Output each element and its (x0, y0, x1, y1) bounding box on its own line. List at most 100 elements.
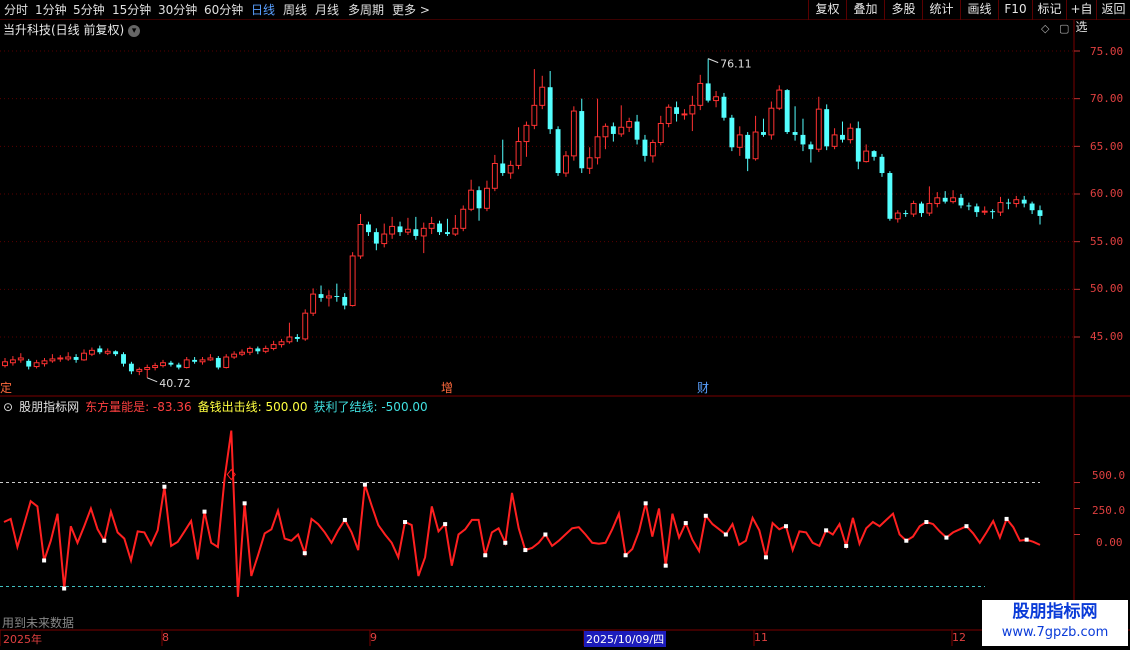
candle-body (1005, 202, 1011, 204)
square-icon[interactable]: ▢ (1059, 22, 1069, 35)
candle-body (926, 203, 933, 214)
future-data-note: 用到未来数据 (2, 616, 75, 630)
candle-body (41, 360, 48, 365)
tab-fenshi[interactable]: 分时 (4, 2, 28, 18)
stock-title-text: 当升科技(日线 前复权) (3, 23, 125, 37)
indicator-point-marker (483, 553, 488, 558)
tab-daily[interactable]: 日线 (251, 2, 275, 18)
candle-body (97, 348, 103, 353)
candle-body (974, 206, 980, 213)
y-tick-label: 75.00 (1090, 45, 1124, 58)
candle-body (239, 351, 245, 355)
candle-body (246, 347, 253, 353)
overlay-button[interactable]: 叠加 (846, 0, 884, 20)
indicator-point-marker (824, 528, 829, 533)
candle-body (942, 197, 948, 202)
candle-body (342, 296, 348, 306)
tab-multi-period[interactable]: 多周期 (348, 2, 384, 18)
candle-body (618, 126, 625, 135)
candle-body (887, 173, 893, 219)
indicator-point-marker (1024, 537, 1029, 542)
candle-body (334, 296, 340, 298)
selected-date-label[interactable]: 2025/10/09/四 (584, 631, 667, 647)
candle-body (65, 356, 72, 360)
indicator-y-tick: 250.0 (1092, 504, 1126, 517)
diamond-icon[interactable]: ◇ (1041, 22, 1049, 35)
candle-body (349, 255, 356, 307)
candle-body (840, 134, 845, 140)
candle-body (824, 109, 830, 147)
candle-body (910, 203, 917, 215)
candle-body (626, 121, 633, 128)
draw-line-button[interactable]: 画线 (960, 0, 998, 20)
candle-body (57, 357, 64, 360)
y-tick-label: 70.00 (1090, 92, 1124, 105)
candle-body (397, 226, 403, 233)
add-watchlist-button[interactable]: +自选 (1066, 0, 1096, 34)
candle-body (73, 357, 79, 360)
mark-button[interactable]: 标记 (1032, 0, 1066, 20)
candle-body (586, 157, 593, 169)
candle-body (452, 227, 459, 235)
candle-body (437, 223, 442, 233)
candle-body (1021, 199, 1027, 204)
tab-15min[interactable]: 15分钟 (112, 2, 151, 18)
tab-1min[interactable]: 1分钟 (35, 2, 67, 18)
indicator-y-tick: 0.00 (1096, 536, 1123, 549)
more-menu-button[interactable]: 更多 > (392, 2, 430, 18)
chevron-down-icon[interactable]: ▾ (128, 24, 141, 37)
candle-body (404, 228, 411, 233)
stock-title[interactable]: 当升科技(日线 前复权) ▾ (3, 21, 141, 38)
indicator-point-marker (302, 551, 307, 556)
multi-stock-button[interactable]: 多股 (884, 0, 922, 20)
candle-body (420, 227, 427, 237)
date-axis-label: 11 (754, 631, 768, 644)
tab-60min[interactable]: 60分钟 (204, 2, 243, 18)
tab-5min[interactable]: 5分钟 (73, 2, 105, 18)
tab-weekly[interactable]: 周线 (283, 2, 307, 18)
candle-body (192, 359, 198, 362)
event-marker: 增 (441, 381, 453, 395)
candle-body (262, 347, 269, 352)
candle-body (373, 232, 379, 244)
chevron-down-icon[interactable]: ⊙ (3, 400, 13, 414)
statistics-button[interactable]: 统计 (922, 0, 960, 20)
indicator-point-marker (362, 482, 367, 487)
candle-body (958, 197, 964, 206)
candle-body (104, 350, 111, 354)
indicator-name[interactable]: 股朋指标网 (19, 400, 79, 414)
indicator-line2-label: 备钱出击线: 500.00 (197, 400, 308, 414)
candle-body (713, 96, 720, 102)
period-toolbar: 分时 1分钟 5分钟 15分钟 30分钟 60分钟 日线 周线 月线 多周期 更… (0, 0, 1130, 34)
indicator-point-marker (1004, 516, 1009, 521)
high-price-label: 76.11 (720, 58, 752, 71)
candle-body (563, 155, 569, 174)
candle-body (128, 363, 134, 372)
f10-button[interactable]: F10 (998, 0, 1032, 20)
indicator-point-marker (904, 538, 909, 543)
high-pointer (707, 58, 719, 64)
candle-body (507, 164, 514, 174)
candle-body (539, 86, 546, 106)
indicator-point-marker (663, 563, 668, 568)
candle-body (357, 224, 364, 257)
back-button[interactable]: 返回 (1096, 0, 1130, 20)
candle-body (325, 295, 332, 299)
candle-body (460, 208, 467, 229)
y-tick-label: 60.00 (1090, 187, 1124, 200)
candle-body (515, 141, 522, 166)
tab-30min[interactable]: 30分钟 (158, 2, 197, 18)
event-marker: 财 (697, 381, 709, 395)
indicator-point-marker (102, 538, 107, 543)
chart-canvas: 76.11 40.72 定 增 财 (0, 20, 1130, 646)
indicator-point-marker (964, 524, 969, 529)
candle-body (136, 368, 143, 372)
indicator-point-marker (623, 553, 628, 558)
candle-body (270, 344, 277, 349)
candle-body (681, 113, 688, 116)
tab-monthly[interactable]: 月线 (315, 2, 339, 18)
candle-body (318, 294, 324, 298)
date-axis-label: 9 (370, 631, 377, 644)
chart-corner-controls: ◇ ▢ (1041, 22, 1069, 35)
fuquan-button[interactable]: 复权 (808, 0, 846, 20)
